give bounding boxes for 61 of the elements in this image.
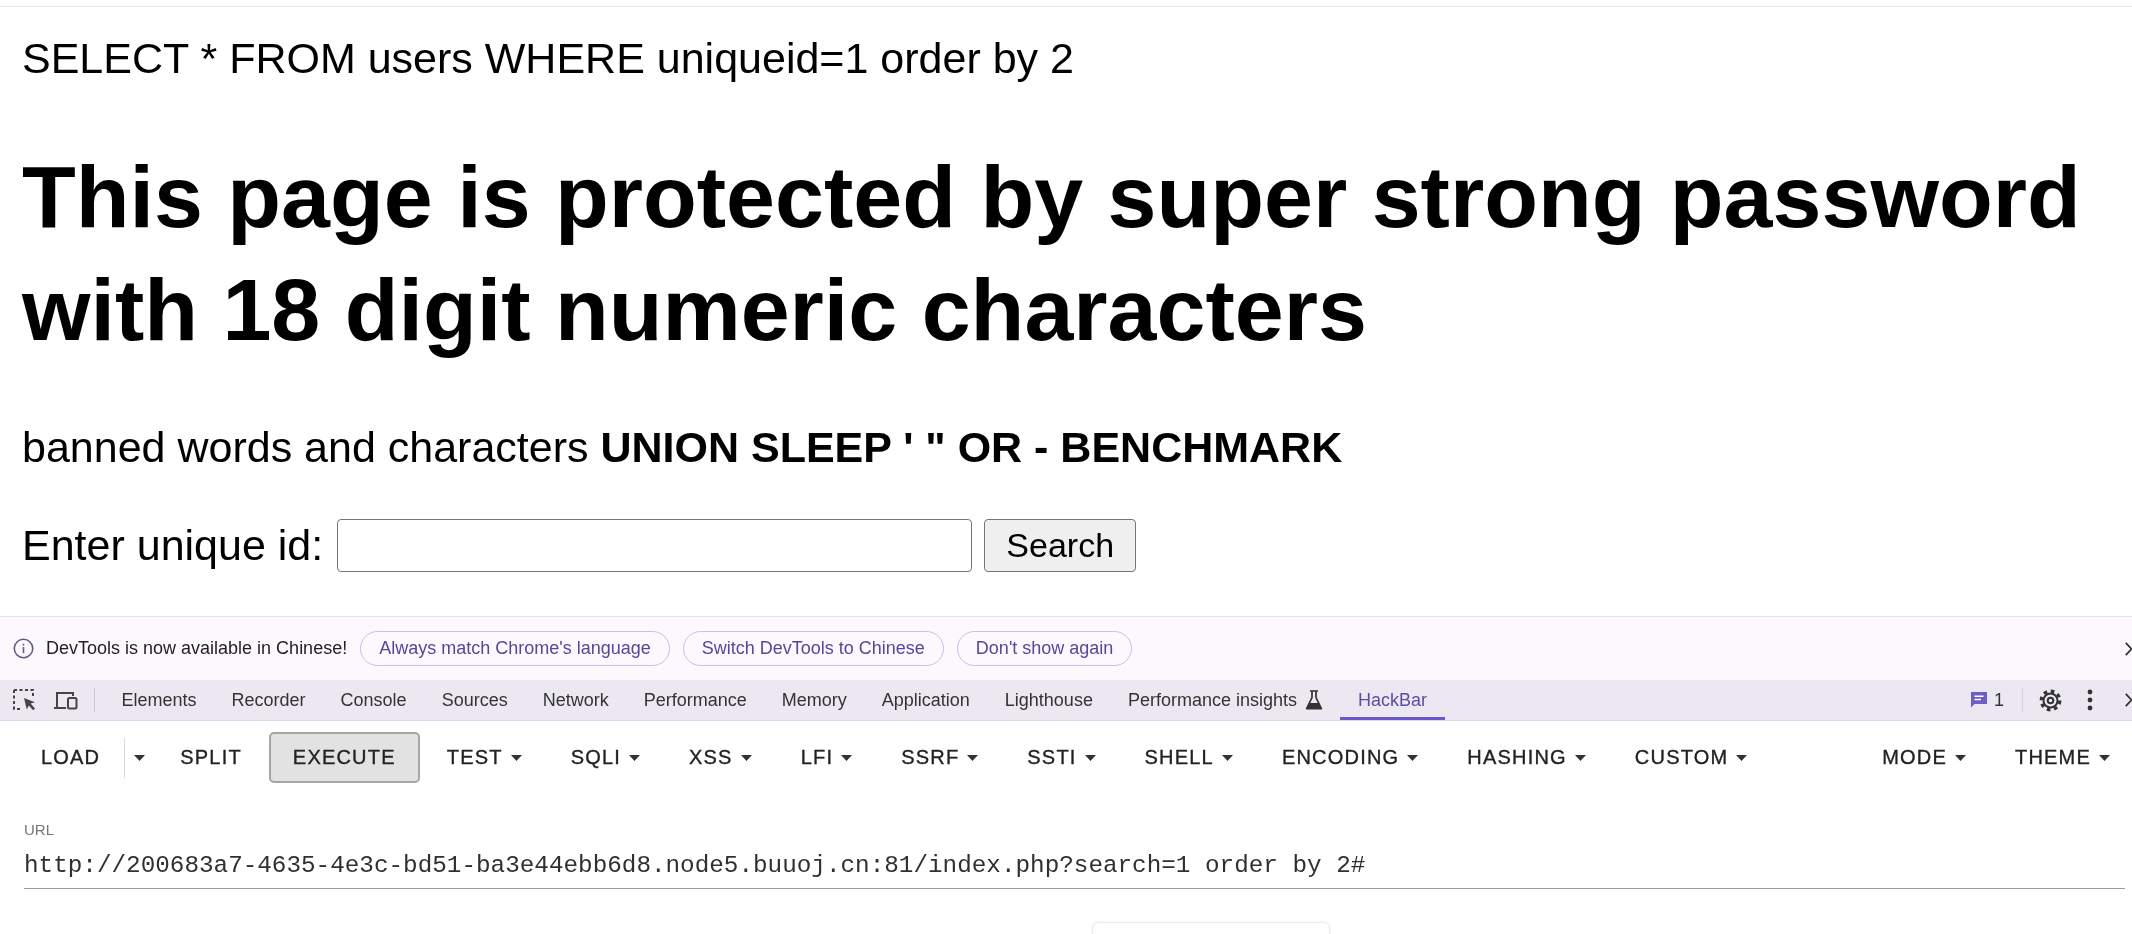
toolbar-button[interactable]: LOAD <box>17 732 125 783</box>
info-icon <box>13 638 34 659</box>
menu-button[interactable]: ENCODING <box>1257 732 1441 783</box>
devtools-tab[interactable]: Recorder <box>214 680 324 720</box>
infobar-button[interactable]: Switch DevTools to Chinese <box>682 631 944 666</box>
devtools-tab[interactable]: Console <box>323 680 425 720</box>
search-button[interactable]: Search <box>984 518 1137 572</box>
caret-icon <box>629 754 641 761</box>
devtools-tab[interactable]: HackBar <box>1340 680 1445 720</box>
kebab-menu-icon[interactable] <box>2087 689 2093 711</box>
menu-button[interactable]: SHELL <box>1120 732 1255 783</box>
menu-button[interactable]: HASHING <box>1443 732 1608 783</box>
caret-icon <box>1955 754 1966 761</box>
caret-icon <box>740 754 752 761</box>
banned-words-text: banned words and characters UNION SLEEP ' " OR - BENCHMARK <box>22 422 1343 473</box>
devtools-tab[interactable]: Performance <box>626 680 765 720</box>
menu-button[interactable]: MODE <box>1858 732 1988 783</box>
issues-button[interactable]: 1 <box>1971 689 2004 711</box>
devtools-tab[interactable]: Memory <box>764 680 865 720</box>
caret-icon <box>1736 754 1748 761</box>
menu-button[interactable]: TEST <box>422 732 544 783</box>
devtools-tab[interactable]: Sources <box>424 680 526 720</box>
caret-icon <box>841 754 853 761</box>
chat-bubble-icon <box>1971 692 1987 708</box>
flask-icon <box>1304 690 1323 710</box>
devtools-tab[interactable]: Elements <box>104 680 215 720</box>
toolbar-button[interactable]: EXECUTE <box>268 732 420 783</box>
close-icon[interactable] <box>2125 693 2132 707</box>
unique-id-field[interactable] <box>337 518 973 572</box>
menu-button[interactable]: SQLI <box>546 732 663 783</box>
menu-button[interactable]: THEME <box>1991 732 2132 783</box>
unique-id-label: Enter unique id: <box>22 520 324 571</box>
caret-icon <box>1574 754 1586 761</box>
url-field[interactable]: http://200683a7-4635-4e3c-bd51-ba3e44ebb6d8.node5.buuoj.cn:81/index.php?search=1 order by 2# <box>24 851 2125 889</box>
menu-button[interactable]: LFI <box>776 732 875 783</box>
infobar-button[interactable]: Always match Chrome's language <box>360 631 670 666</box>
devtools-tab[interactable]: Application <box>864 680 988 720</box>
menu-button[interactable]: SSRF <box>877 732 1001 783</box>
caret-icon <box>133 754 145 761</box>
infobar-button[interactable]: Don't show again <box>956 631 1133 666</box>
close-icon[interactable] <box>2125 641 2132 656</box>
toolbar-button[interactable]: SPLIT <box>156 732 266 783</box>
menu-button[interactable]: SSTI <box>1003 732 1118 783</box>
page-heading: This page is protected by super strong password with 18 digit numeric characters <box>22 146 2082 361</box>
menu-button[interactable]: CUSTOM <box>1610 732 1770 783</box>
caret-icon <box>967 754 979 761</box>
caret-icon <box>510 754 522 761</box>
caret-icon <box>1221 754 1233 761</box>
caret-icon <box>1084 754 1096 761</box>
settings-icon[interactable] <box>2039 688 2062 712</box>
infobar-message: DevTools is now available in Chinese! <box>46 638 348 659</box>
devices-icon[interactable] <box>54 690 78 710</box>
devtools-tab[interactable]: Performance insights <box>1110 680 1341 720</box>
sql-query-text: SELECT * FROM users WHERE uniqueid=1 order by 2 <box>22 33 1074 84</box>
dashed-box-arrow-icon[interactable] <box>13 689 36 711</box>
caret-icon <box>1407 754 1419 761</box>
menu-button[interactable]: XSS <box>665 732 774 783</box>
url-label: URL <box>24 821 54 839</box>
caret-icon <box>2099 754 2110 761</box>
devtools-tab[interactable]: Network <box>525 680 627 720</box>
devtools-tab[interactable]: Lighthouse <box>987 680 1111 720</box>
